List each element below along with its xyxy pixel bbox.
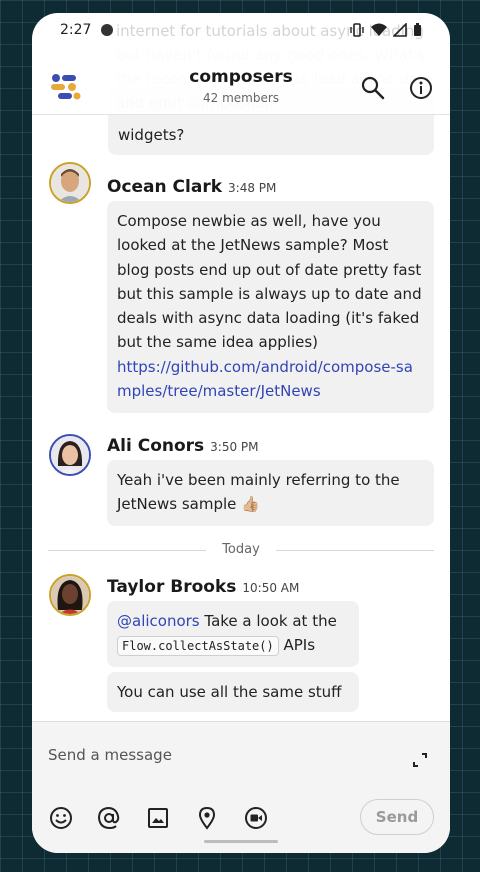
- message-timestamp: 3:50 PM: [210, 440, 259, 454]
- author-name[interactable]: Ocean Clark: [107, 177, 222, 197]
- expand-icon[interactable]: [412, 752, 428, 768]
- app-bar: composers 42 members: [32, 47, 450, 115]
- author-name[interactable]: Ali Conors: [107, 436, 204, 456]
- message-text: Compose newbie as well, have you looked …: [117, 212, 422, 352]
- message-text: Yeah i've been mainly referring to the J…: [117, 471, 400, 514]
- message-timestamp: 10:50 AM: [242, 581, 300, 595]
- user-mention[interactable]: @aliconors: [117, 612, 200, 630]
- wifi-icon: [371, 23, 387, 36]
- message-timestamp: 3:48 PM: [228, 181, 277, 195]
- notification-icon: [101, 24, 114, 36]
- ali-conors-photo: [51, 436, 89, 474]
- message-text: Take a look at the: [199, 612, 337, 630]
- taylor-brooks-photo: [51, 576, 89, 614]
- message-list[interactable]: widgets? Ocean Clark 3:48 PM Compose newb…: [32, 87, 450, 721]
- mention-icon[interactable]: [97, 806, 121, 830]
- divider-line-right: [276, 550, 434, 551]
- ocean-clark-photo: [51, 164, 89, 202]
- message-bubble: @aliconors Take a look at the Flow.colle…: [107, 601, 359, 667]
- message-link[interactable]: https://github.com/android/compose-sampl…: [117, 355, 424, 404]
- signal-icon: [393, 23, 407, 37]
- info-icon[interactable]: [408, 75, 434, 101]
- search-icon[interactable]: [360, 75, 386, 101]
- status-icons: [349, 23, 422, 37]
- send-button[interactable]: Send: [360, 799, 434, 835]
- message-author: Ali Conors 3:50 PM: [107, 436, 259, 456]
- avatar-ocean-clark[interactable]: [49, 162, 91, 204]
- message-text: widgets?: [118, 126, 185, 144]
- emoji-icon[interactable]: [49, 806, 73, 830]
- status-time: 2:27: [60, 22, 92, 38]
- battery-icon: [414, 23, 421, 36]
- message-text: You can use all the same stuff: [117, 683, 342, 701]
- message-input[interactable]: [48, 740, 388, 770]
- avatar-taylor-brooks[interactable]: [49, 574, 91, 616]
- message-bubble: Compose newbie as well, have you looked …: [107, 201, 434, 413]
- status-bar: 2:27: [32, 13, 450, 47]
- avatar-ali-conors[interactable]: [49, 434, 91, 476]
- message-author: Taylor Brooks 10:50 AM: [107, 577, 299, 597]
- inline-code: Flow.collectAsState(): [117, 636, 279, 657]
- vibrate-icon: [350, 23, 364, 37]
- message-text: APIs: [278, 636, 316, 655]
- video-icon[interactable]: [244, 806, 268, 830]
- message-composer: Send: [32, 721, 450, 853]
- message-bubble: Yeah i've been mainly referring to the J…: [107, 460, 434, 526]
- message-author: Ocean Clark 3:48 PM: [107, 177, 276, 197]
- channel-title: composers: [189, 67, 293, 87]
- phone-screen: internet for tutorials about async loadi…: [32, 13, 450, 853]
- author-name[interactable]: Taylor Brooks: [107, 577, 236, 597]
- image-icon[interactable]: [146, 806, 170, 830]
- home-indicator[interactable]: [204, 840, 278, 843]
- member-count: 42 members: [202, 91, 280, 105]
- message-bubble: You can use all the same stuff: [107, 672, 359, 712]
- location-icon[interactable]: [195, 806, 219, 830]
